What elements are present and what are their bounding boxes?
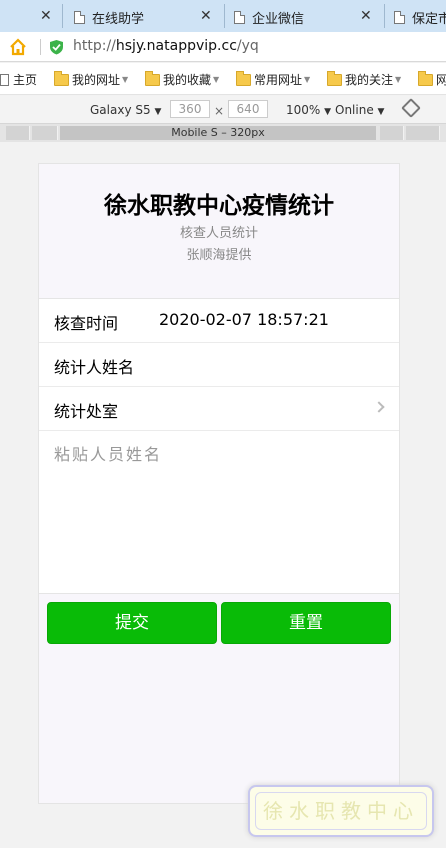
close-icon[interactable]: ✕ — [40, 8, 52, 24]
tab-label: 企业微信 — [252, 12, 305, 27]
folder-icon — [236, 70, 251, 86]
page-header: 徐水职教中心疫情统计 核查人员统计 张顺海提供 — [39, 164, 399, 299]
device-select[interactable]: Galaxy S5 ▼ — [90, 103, 161, 117]
width-input[interactable]: 360 — [170, 100, 210, 118]
watermark-text: 徐水职教中心 — [255, 792, 427, 830]
bookmark-folder-favorites[interactable]: 我的收藏 ▼ — [145, 70, 220, 88]
height-input[interactable]: 640 — [228, 100, 268, 118]
media-query-bar: Mobile S – 320px — [0, 124, 446, 142]
page-icon — [74, 11, 85, 24]
page-card: 徐水职教中心疫情统计 核查人员统计 张顺海提供 核查时间 2020-02-07 … — [38, 163, 400, 804]
media-segment[interactable] — [6, 126, 30, 140]
tab-label: 保定市 — [412, 12, 446, 27]
tab-label: 在线助学 — [92, 12, 145, 27]
url-host: hsjy.natappvip.cc — [115, 38, 237, 54]
home-icon[interactable] — [9, 38, 27, 56]
media-segment[interactable] — [380, 126, 404, 140]
media-segment[interactable] — [32, 126, 58, 140]
chevron-down-icon: ▼ — [377, 107, 385, 117]
folder-icon — [54, 70, 69, 86]
page-icon — [234, 11, 245, 24]
reset-button[interactable]: 重置 — [221, 602, 391, 644]
chevron-down-icon: ▼ — [154, 107, 162, 117]
chevron-right-icon — [373, 401, 385, 413]
device-toolbar: Galaxy S5 ▼ 360 × 640 100% ▼ Online ▼ — [0, 96, 446, 124]
bookmark-label: 常用网址 — [254, 73, 303, 87]
page-icon — [0, 73, 9, 86]
chevron-down-icon: ▼ — [395, 75, 402, 84]
page-subtitle: 核查人员统计 — [179, 226, 258, 241]
paste-names-textarea[interactable]: 粘贴人员姓名 — [54, 441, 384, 581]
page-icon — [394, 11, 405, 24]
office-label: 统计处室 — [54, 402, 119, 421]
device-label: Galaxy S5 — [90, 103, 151, 117]
rotate-icon[interactable] — [401, 98, 421, 118]
tab-qiyeweixin[interactable]: 企业微信 ✕ — [230, 2, 380, 32]
zoom-label: 100% — [286, 103, 321, 117]
bookmark-folder-common[interactable]: 常用网址 ▼ — [236, 70, 311, 88]
tab-zaixian[interactable]: 在线助学 ✕ — [70, 2, 220, 32]
close-icon[interactable]: ✕ — [200, 8, 212, 24]
page-title: 徐水职教中心疫情统计 — [104, 193, 334, 219]
divider — [40, 39, 41, 55]
url-path: /yq — [236, 38, 259, 54]
provider-text: 张顺海提供 — [186, 248, 252, 263]
bookmarks-bar: 主页 我的网址 ▼ 我的收藏 ▼ 常用网址 ▼ 我的关注 ▼ 网 — [0, 63, 446, 95]
folder-icon — [145, 70, 160, 86]
bookmark-label: 我的收藏 — [163, 73, 212, 87]
network-label: Online — [335, 103, 374, 117]
folder-icon — [327, 70, 342, 86]
chevron-down-icon: ▼ — [304, 75, 311, 84]
network-select[interactable]: Online ▼ — [335, 103, 384, 117]
button-group: 提交 重置 — [47, 602, 393, 644]
submit-button[interactable]: 提交 — [47, 602, 217, 644]
zoom-select[interactable]: 100% ▼ — [286, 103, 331, 117]
bookmark-label: 主页 — [13, 73, 38, 87]
tab-separator — [62, 4, 63, 28]
dimension-separator: × — [214, 104, 225, 118]
chevron-down-icon: ▼ — [213, 75, 220, 84]
check-time-row[interactable]: 核查时间 2020-02-07 18:57:21 — [39, 299, 399, 343]
bookmark-label: 网 — [436, 73, 446, 87]
chevron-down-icon: ▼ — [324, 107, 332, 117]
divider — [39, 430, 399, 431]
tab-bar: ✕ 在线助学 ✕ 企业微信 ✕ 保定市 — [0, 0, 446, 32]
bookmark-label: 我的网址 — [72, 73, 121, 87]
close-icon[interactable]: ✕ — [360, 8, 372, 24]
folder-icon — [418, 70, 433, 86]
name-row[interactable]: 统计人姓名 — [39, 343, 399, 387]
chevron-down-icon: ▼ — [122, 75, 129, 84]
check-time-value[interactable]: 2020-02-07 18:57:21 — [159, 310, 329, 329]
bookmark-folder-following[interactable]: 我的关注 ▼ — [327, 70, 402, 88]
shield-icon[interactable] — [49, 39, 64, 55]
tab-baoding[interactable]: 保定市 — [390, 2, 446, 32]
bookmark-label: 我的关注 — [345, 73, 394, 87]
media-segment-mobile-s[interactable]: Mobile S – 320px — [60, 126, 376, 140]
check-time-label: 核查时间 — [54, 314, 119, 333]
name-label: 统计人姓名 — [54, 358, 135, 377]
url-scheme: http:// — [73, 38, 116, 54]
bookmark-folder-more[interactable]: 网 — [418, 70, 446, 88]
bookmark-home[interactable]: 主页 — [0, 71, 37, 88]
tab-separator — [224, 4, 225, 28]
bookmark-folder-my-sites[interactable]: 我的网址 ▼ — [54, 70, 129, 88]
stats-form: 核查时间 2020-02-07 18:57:21 统计人姓名 统计处室 粘贴人员… — [39, 298, 399, 594]
office-row[interactable]: 统计处室 — [39, 387, 399, 431]
tab-previous[interactable]: ✕ — [0, 2, 60, 32]
address-bar: http://hsjy.natappvip.cc/yq — [0, 32, 446, 62]
tab-separator — [384, 4, 385, 28]
watermark: 徐水职教中心 — [248, 785, 434, 837]
url-input[interactable]: http://hsjy.natappvip.cc/yq — [73, 38, 259, 54]
media-segment[interactable] — [406, 126, 440, 140]
